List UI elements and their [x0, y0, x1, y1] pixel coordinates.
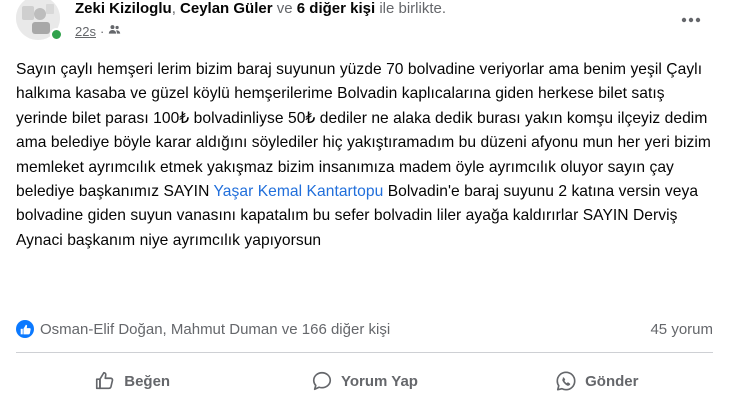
post-meta: 22s · — [75, 22, 121, 40]
more-icon — [681, 17, 701, 23]
post-header: Zeki Kiziloglu, Ceylan Güler ve 6 diğer … — [0, 0, 743, 50]
reactors-summary[interactable]: Osman-Elif Doğan, Mahmut Duman ve 166 di… — [40, 321, 390, 338]
author-name-primary[interactable]: Zeki Kiziloglu — [75, 0, 172, 17]
like-icon[interactable] — [16, 320, 34, 338]
author-separator: , — [171, 0, 176, 17]
send-icon — [556, 371, 576, 391]
author-name-secondary[interactable]: Ceylan Güler — [180, 0, 273, 17]
post-authors-line: Zeki Kiziloglu, Ceylan Güler ve 6 diğer … — [75, 0, 446, 18]
like-button[interactable]: Beğen — [16, 362, 248, 400]
comment-icon — [312, 371, 332, 391]
post-timestamp[interactable]: 22s — [75, 24, 96, 39]
post-body-text: Sayın çaylı hemşeri lerim bizim baraj su… — [16, 58, 716, 253]
friends-icon[interactable] — [108, 23, 121, 39]
more-options-button[interactable] — [673, 2, 709, 38]
other-tagged-people-link[interactable]: 6 diğer kişi — [297, 0, 375, 17]
actions-divider — [16, 352, 713, 353]
comment-button[interactable]: Yorum Yap — [248, 362, 480, 400]
thumbs-up-icon — [96, 371, 114, 390]
meta-separator: · — [99, 23, 105, 39]
reactions-bar: Osman-Elif Doğan, Mahmut Duman ve 166 di… — [16, 318, 713, 340]
post-actions: Beğen Yorum Yap Gönder — [16, 362, 713, 400]
comment-button-label: Yorum Yap — [341, 372, 418, 390]
with-suffix-text: ile birlikte. — [379, 0, 446, 17]
like-button-label: Beğen — [124, 372, 171, 390]
post-text-part-1: Sayın çaylı hemşeri lerim bizim baraj su… — [16, 61, 711, 201]
conjunction-text: ve — [276, 0, 293, 17]
mention-link[interactable]: Yaşar Kemal Kantartopu — [214, 183, 384, 200]
send-button-label: Gönder — [585, 372, 639, 390]
post-card: Zeki Kiziloglu, Ceylan Güler ve 6 diğer … — [0, 0, 743, 405]
author-avatar[interactable] — [16, 0, 63, 41]
send-button[interactable]: Gönder — [481, 362, 713, 400]
comment-count[interactable]: 45 yorum — [650, 321, 713, 338]
online-status-indicator — [50, 28, 63, 41]
